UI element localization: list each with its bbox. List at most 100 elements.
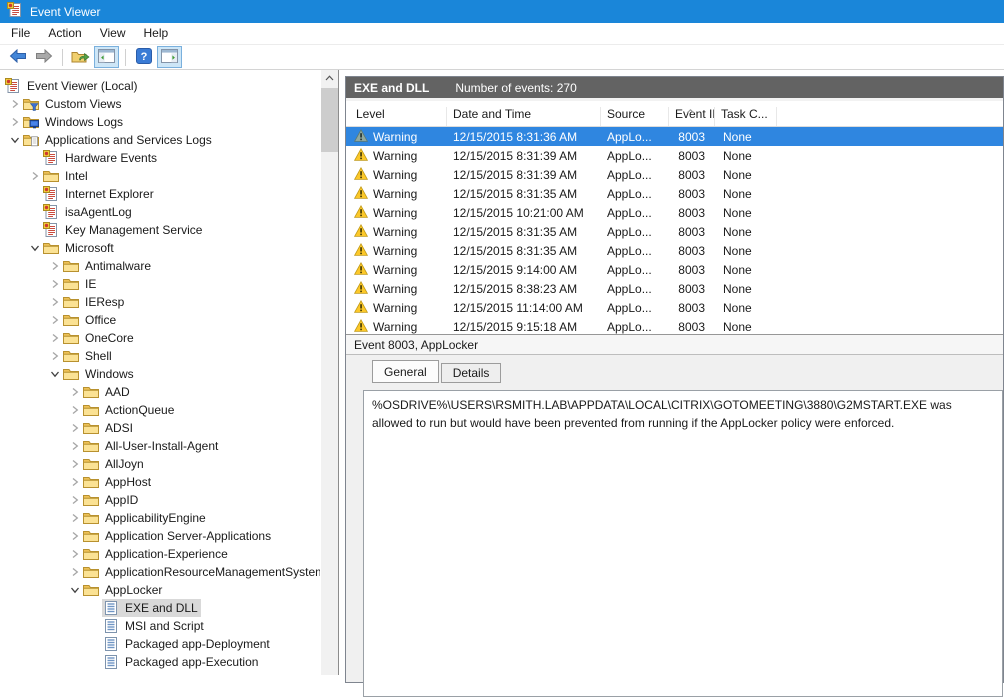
folder-monitor-icon bbox=[23, 115, 41, 129]
column-header-source[interactable]: Source bbox=[601, 107, 669, 126]
show-console-tree-button[interactable] bbox=[94, 46, 119, 68]
tree-item-msi-and-script[interactable]: MSI and Script bbox=[0, 617, 320, 635]
tree-item-label: Windows Logs bbox=[45, 115, 123, 129]
tree-item-shell[interactable]: Shell bbox=[0, 347, 320, 365]
tree-item-custom-views[interactable]: Custom Views bbox=[0, 95, 320, 113]
chevron-right-icon[interactable] bbox=[68, 387, 82, 397]
chevron-right-icon[interactable] bbox=[48, 297, 62, 307]
chevron-right-icon[interactable] bbox=[28, 171, 42, 181]
tab-details[interactable]: Details bbox=[441, 363, 502, 383]
column-header-level[interactable]: Level bbox=[350, 107, 447, 126]
tree-item-label: AppHost bbox=[105, 475, 151, 489]
tree-scrollbar[interactable] bbox=[321, 70, 338, 675]
tree-item-applicabilityengine[interactable]: ApplicabilityEngine bbox=[0, 509, 320, 527]
event-row[interactable]: Warning12/15/2015 9:14:00 AMAppLo...8003… bbox=[346, 260, 1003, 279]
tree-item-clipped[interactable] bbox=[0, 671, 320, 675]
scrollbar-thumb[interactable] bbox=[321, 88, 338, 152]
event-row[interactable]: Warning12/15/2015 11:14:00 AMAppLo...800… bbox=[346, 298, 1003, 317]
chevron-down-icon[interactable] bbox=[48, 370, 62, 378]
tree-item-office[interactable]: Office bbox=[0, 311, 320, 329]
event-message-text: %OSDRIVE%\USERS\RSMITH.LAB\APPDATA\LOCAL… bbox=[372, 398, 952, 430]
event-message-box[interactable]: %OSDRIVE%\USERS\RSMITH.LAB\APPDATA\LOCAL… bbox=[363, 390, 1003, 697]
tree-item-ieresp[interactable]: IEResp bbox=[0, 293, 320, 311]
menu-item-help[interactable]: Help bbox=[135, 23, 178, 44]
chevron-right-icon[interactable] bbox=[68, 441, 82, 451]
chevron-right-icon[interactable] bbox=[68, 513, 82, 523]
menu-item-action[interactable]: Action bbox=[39, 23, 90, 44]
chevron-right-icon[interactable] bbox=[68, 405, 82, 415]
tree-item-antimalware[interactable]: Antimalware bbox=[0, 257, 320, 275]
scrollbar-up-button[interactable] bbox=[321, 70, 338, 85]
tree-item-windows-logs[interactable]: Windows Logs bbox=[0, 113, 320, 131]
chevron-right-icon[interactable] bbox=[68, 567, 82, 577]
tree-item-intel[interactable]: Intel bbox=[0, 167, 320, 185]
chevron-down-icon[interactable] bbox=[28, 244, 42, 252]
chevron-right-icon[interactable] bbox=[48, 351, 62, 361]
forward-button[interactable] bbox=[31, 46, 56, 68]
tree-item-aad[interactable]: AAD bbox=[0, 383, 320, 401]
event-id: 8003 bbox=[669, 130, 715, 144]
tree-item-applocker[interactable]: AppLocker bbox=[0, 581, 320, 599]
chevron-right-icon[interactable] bbox=[68, 459, 82, 469]
tree-item-onecore[interactable]: OneCore bbox=[0, 329, 320, 347]
tree-item-appid[interactable]: AppID bbox=[0, 491, 320, 509]
chevron-right-icon[interactable] bbox=[48, 333, 62, 343]
column-header-date[interactable]: Date and Time bbox=[447, 107, 601, 126]
event-row[interactable]: Warning12/15/2015 8:38:23 AMAppLo...8003… bbox=[346, 279, 1003, 298]
tree-item-ie[interactable]: IE bbox=[0, 275, 320, 293]
sort-ascending-icon[interactable] bbox=[686, 103, 695, 117]
chevron-right-icon[interactable] bbox=[68, 531, 82, 541]
event-row[interactable]: Warning12/15/2015 8:31:39 AMAppLo...8003… bbox=[346, 165, 1003, 184]
tree-item-isaagentlog[interactable]: isaAgentLog bbox=[0, 203, 320, 221]
tree-item-applications-and-services-logs[interactable]: Applications and Services Logs bbox=[0, 131, 320, 149]
chevron-right-icon[interactable] bbox=[48, 261, 62, 271]
back-button[interactable] bbox=[5, 46, 30, 68]
tree-item-key-management-service[interactable]: Key Management Service bbox=[0, 221, 320, 239]
chevron-right-icon[interactable] bbox=[8, 117, 22, 127]
tab-general[interactable]: General bbox=[372, 360, 439, 383]
tree-item-label: ApplicabilityEngine bbox=[105, 511, 206, 525]
tree-item-windows[interactable]: Windows bbox=[0, 365, 320, 383]
event-row[interactable]: Warning12/15/2015 8:31:39 AMAppLo...8003… bbox=[346, 146, 1003, 165]
tree-item-internet-explorer[interactable]: Internet Explorer bbox=[0, 185, 320, 203]
tree-item-apphost[interactable]: AppHost bbox=[0, 473, 320, 491]
chevron-right-icon[interactable] bbox=[68, 495, 82, 505]
tree-item-application-experience[interactable]: Application-Experience bbox=[0, 545, 320, 563]
chevron-right-icon[interactable] bbox=[48, 315, 62, 325]
tree-item-adsi[interactable]: ADSI bbox=[0, 419, 320, 437]
tree-item-alljoyn[interactable]: AllJoyn bbox=[0, 455, 320, 473]
tree-item-application-server-applications[interactable]: Application Server-Applications bbox=[0, 527, 320, 545]
event-level: Warning bbox=[373, 244, 417, 258]
chevron-right-icon[interactable] bbox=[8, 99, 22, 109]
chevron-right-icon[interactable] bbox=[68, 477, 82, 487]
menu-item-view[interactable]: View bbox=[91, 23, 135, 44]
results-title: EXE and DLL bbox=[354, 81, 429, 95]
event-row[interactable]: Warning12/15/2015 10:21:00 AMAppLo...800… bbox=[346, 203, 1003, 222]
menu-item-file[interactable]: File bbox=[2, 23, 39, 44]
open-saved-log-button[interactable] bbox=[68, 46, 93, 68]
tree-item-event-viewer-local[interactable]: Event Viewer (Local) bbox=[0, 77, 320, 95]
tree-item-label: AAD bbox=[105, 385, 130, 399]
event-row[interactable]: Warning12/15/2015 8:31:35 AMAppLo...8003… bbox=[346, 222, 1003, 241]
event-row[interactable]: Warning12/15/2015 8:31:35 AMAppLo...8003… bbox=[346, 241, 1003, 260]
event-task: None bbox=[715, 282, 777, 296]
tree-item-all-user-install-agent[interactable]: All-User-Install-Agent bbox=[0, 437, 320, 455]
chevron-right-icon[interactable] bbox=[68, 423, 82, 433]
event-row[interactable]: Warning12/15/2015 9:15:18 AMAppLo...8003… bbox=[346, 317, 1003, 334]
tree-item-hardware-events[interactable]: Hardware Events bbox=[0, 149, 320, 167]
event-row[interactable]: Warning12/15/2015 8:31:36 AMAppLo...8003… bbox=[346, 127, 1003, 146]
tree-item-microsoft[interactable]: Microsoft bbox=[0, 239, 320, 257]
chevron-right-icon[interactable] bbox=[48, 279, 62, 289]
show-action-pane-button[interactable] bbox=[157, 46, 182, 68]
tree-item-packaged-app-execution[interactable]: Packaged app-Execution bbox=[0, 653, 320, 671]
chevron-right-icon[interactable] bbox=[68, 549, 82, 559]
chevron-down-icon[interactable] bbox=[68, 586, 82, 594]
event-row[interactable]: Warning12/15/2015 8:31:35 AMAppLo...8003… bbox=[346, 184, 1003, 203]
tree-item-exe-and-dll[interactable]: EXE and DLL bbox=[0, 599, 320, 617]
tree-item-applicationresourcemanagementsystem[interactable]: ApplicationResourceManagementSystem bbox=[0, 563, 320, 581]
column-header-task[interactable]: Task C... bbox=[715, 107, 777, 126]
help-button[interactable]: ? bbox=[131, 46, 156, 68]
tree-item-packaged-app-deployment[interactable]: Packaged app-Deployment bbox=[0, 635, 320, 653]
chevron-down-icon[interactable] bbox=[8, 136, 22, 144]
tree-item-actionqueue[interactable]: ActionQueue bbox=[0, 401, 320, 419]
